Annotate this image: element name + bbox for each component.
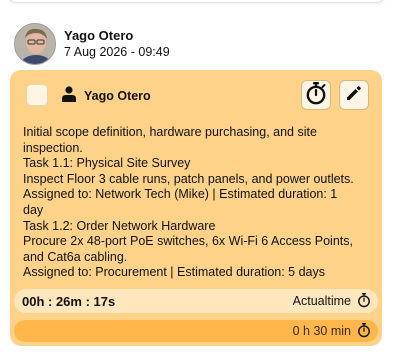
timer-button[interactable] [301,80,331,110]
estimate-bar: 0 h 30 min [14,320,378,342]
description-line: Inspect Floor 3 cable runs, patch panels… [23,171,354,186]
task-card: Yago Otero Initial scope definition, har… [10,70,382,346]
previous-card-edge [7,0,386,3]
task-checkbox[interactable] [26,84,48,106]
avatar[interactable] [14,23,56,65]
description-line: Task 1.2: Order Network Hardware [23,218,216,233]
post-header: Yago Otero 7 Aug 2026 - 09:49 [14,23,170,65]
actual-time-label: Actualtime [292,294,351,308]
person-icon [62,85,76,107]
description-line: Procure 2x 48-port PoE switches, 6x Wi-F… [23,234,353,249]
description-line: day [23,202,44,217]
description-line: and Cat6a cabling. [23,249,128,264]
edit-button[interactable] [339,80,369,110]
description-line: Task 1.1: Physical Site Survey [23,156,191,171]
stopwatch-icon [357,322,371,341]
actual-time-value: 00h : 26m : 17s [22,293,116,309]
post-timestamp: 7 Aug 2026 - 09:49 [64,45,170,59]
description-line: Assigned to: Procurement | Estimated dur… [23,265,326,280]
pencil-icon [345,84,363,107]
task-description: Initial scope definition, hardware purch… [23,125,373,281]
stopwatch-icon [305,81,327,110]
estimate-value: 0 h 30 min [292,324,351,338]
description-line: Initial scope definition, hardware purch… [23,125,317,139]
author-name: Yago Otero [64,28,134,43]
assignee-name: Yago Otero [84,89,151,103]
actual-time-bar: 00h : 26m : 17s Actualtime [14,289,378,313]
description-line: inspection. [23,140,83,155]
description-line: Assigned to: Network Tech (Mike) | Estim… [23,187,338,202]
stopwatch-icon [357,292,371,311]
task-assignee: Yago Otero [62,85,151,107]
